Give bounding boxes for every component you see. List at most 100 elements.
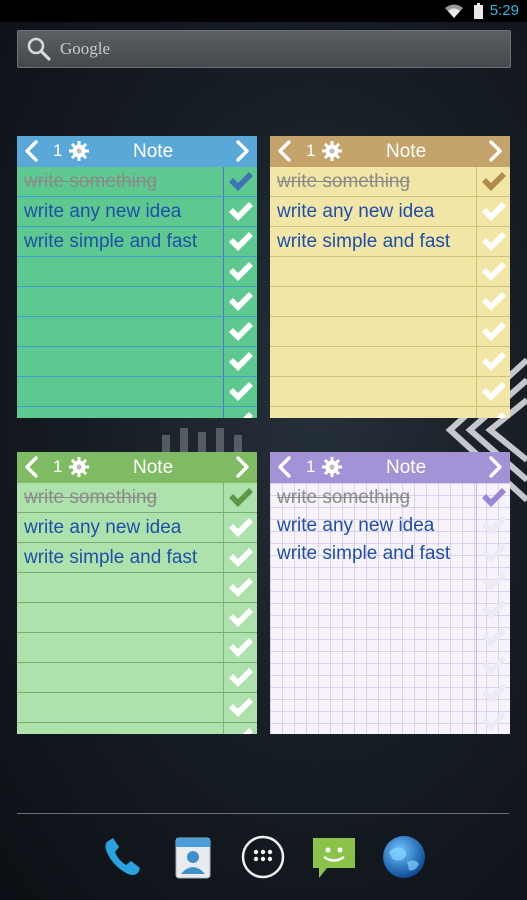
- checkmark-icon[interactable]: [226, 379, 254, 405]
- list-item[interactable]: write something: [17, 167, 257, 197]
- checkmark-icon[interactable]: [226, 229, 254, 255]
- checkmark-icon[interactable]: [226, 485, 254, 511]
- settings-gear-icon[interactable]: [68, 456, 90, 478]
- list-item[interactable]: write simple and fast: [17, 227, 257, 257]
- checkmark-icon[interactable]: [479, 409, 507, 418]
- checkmark-icon[interactable]: [479, 229, 507, 255]
- checkmark-icon[interactable]: [226, 635, 254, 661]
- prev-page-icon[interactable]: [274, 139, 296, 163]
- checkmark-icon[interactable]: [226, 199, 254, 225]
- next-page-icon[interactable]: [231, 139, 253, 163]
- checkmark-icon[interactable]: [226, 259, 254, 285]
- empty-list-item[interactable]: [17, 573, 257, 603]
- widget-title[interactable]: Note: [133, 457, 173, 479]
- empty-list-item[interactable]: [17, 633, 257, 663]
- prev-page-icon[interactable]: [21, 139, 43, 163]
- checkmark-icon[interactable]: [226, 545, 254, 571]
- messaging-icon[interactable]: [309, 832, 359, 882]
- status-bar: 5:29: [0, 0, 527, 22]
- settings-gear-icon[interactable]: [68, 140, 90, 162]
- checkmark-icon[interactable]: [226, 605, 254, 631]
- prev-page-icon[interactable]: [274, 455, 296, 479]
- checkmark-icon[interactable]: [226, 409, 254, 418]
- checkmark-icon[interactable]: [479, 349, 507, 375]
- widget-title[interactable]: Note: [133, 141, 173, 163]
- empty-list-item[interactable]: [270, 595, 510, 623]
- checkmark-icon[interactable]: [479, 569, 507, 595]
- empty-list-item[interactable]: [270, 287, 510, 317]
- checkmark-icon[interactable]: [226, 515, 254, 541]
- browser-icon[interactable]: [379, 832, 429, 882]
- checkmark-icon[interactable]: [226, 289, 254, 315]
- empty-list-item[interactable]: [17, 257, 257, 287]
- checkmark-icon[interactable]: [479, 199, 507, 225]
- prev-page-icon[interactable]: [21, 455, 43, 479]
- list-item[interactable]: write simple and fast: [270, 227, 510, 257]
- list-item[interactable]: write simple and fast: [270, 539, 510, 567]
- checkmark-icon[interactable]: [479, 625, 507, 651]
- empty-list-item[interactable]: [17, 347, 257, 377]
- empty-list-item[interactable]: [270, 317, 510, 347]
- note-widget: 1 Note write something write any new idea wr…: [17, 452, 257, 734]
- checkmark-icon[interactable]: [479, 653, 507, 679]
- empty-list-item[interactable]: [270, 623, 510, 651]
- list-item[interactable]: write any new idea: [17, 197, 257, 227]
- empty-list-item[interactable]: [270, 377, 510, 407]
- checkmark-icon[interactable]: [479, 319, 507, 345]
- empty-list-item[interactable]: [17, 287, 257, 317]
- list-item[interactable]: write simple and fast: [17, 543, 257, 573]
- checkmark-icon[interactable]: [479, 681, 507, 707]
- checkmark-icon[interactable]: [479, 169, 507, 195]
- google-search-bar[interactable]: Google: [17, 30, 511, 68]
- empty-list-item[interactable]: [17, 377, 257, 407]
- checkmark-icon[interactable]: [226, 575, 254, 601]
- list-item[interactable]: write any new idea: [270, 511, 510, 539]
- checkmark-icon[interactable]: [479, 259, 507, 285]
- item-text: write simple and fast: [277, 543, 451, 564]
- empty-list-item[interactable]: [17, 407, 257, 418]
- empty-list-item[interactable]: [270, 347, 510, 377]
- empty-list-item[interactable]: [270, 257, 510, 287]
- checkmark-icon[interactable]: [226, 349, 254, 375]
- empty-list-item[interactable]: [17, 693, 257, 723]
- page-number: 1: [306, 457, 316, 476]
- checkmark-icon[interactable]: [479, 513, 507, 539]
- checkmark-icon[interactable]: [226, 169, 254, 195]
- widget-title[interactable]: Note: [386, 457, 426, 479]
- checkmark-icon[interactable]: [479, 289, 507, 315]
- note-widget: 1 Note write something write any new idea wr…: [270, 452, 510, 734]
- checkmark-icon[interactable]: [226, 665, 254, 691]
- empty-list-item[interactable]: [17, 723, 257, 734]
- settings-gear-icon[interactable]: [321, 140, 343, 162]
- checkmark-icon[interactable]: [479, 597, 507, 623]
- list-item[interactable]: write any new idea: [17, 513, 257, 543]
- checkmark-icon[interactable]: [479, 485, 507, 511]
- widget-header: 1 Note: [17, 452, 257, 483]
- checkmark-icon[interactable]: [479, 541, 507, 567]
- empty-list-item[interactable]: [17, 317, 257, 347]
- empty-list-item[interactable]: [17, 663, 257, 693]
- checkmark-icon[interactable]: [226, 695, 254, 721]
- list-item[interactable]: write something: [17, 483, 257, 513]
- checkmark-icon[interactable]: [479, 709, 507, 734]
- next-page-icon[interactable]: [484, 455, 506, 479]
- list-item[interactable]: write something: [270, 167, 510, 197]
- next-page-icon[interactable]: [231, 455, 253, 479]
- checkmark-icon[interactable]: [226, 319, 254, 345]
- contacts-icon[interactable]: [168, 832, 218, 882]
- empty-list-item[interactable]: [270, 407, 510, 418]
- checkmark-icon[interactable]: [226, 725, 254, 734]
- empty-list-item[interactable]: [270, 707, 510, 734]
- empty-list-item[interactable]: [270, 679, 510, 707]
- empty-list-item[interactable]: [270, 651, 510, 679]
- widget-title[interactable]: Note: [386, 141, 426, 163]
- empty-list-item[interactable]: [17, 603, 257, 633]
- next-page-icon[interactable]: [484, 139, 506, 163]
- phone-icon[interactable]: [98, 832, 148, 882]
- settings-gear-icon[interactable]: [321, 456, 343, 478]
- app-drawer-icon[interactable]: [238, 832, 288, 882]
- list-item[interactable]: write any new idea: [270, 197, 510, 227]
- list-item[interactable]: write something: [270, 483, 510, 511]
- checkmark-icon[interactable]: [479, 379, 507, 405]
- empty-list-item[interactable]: [270, 567, 510, 595]
